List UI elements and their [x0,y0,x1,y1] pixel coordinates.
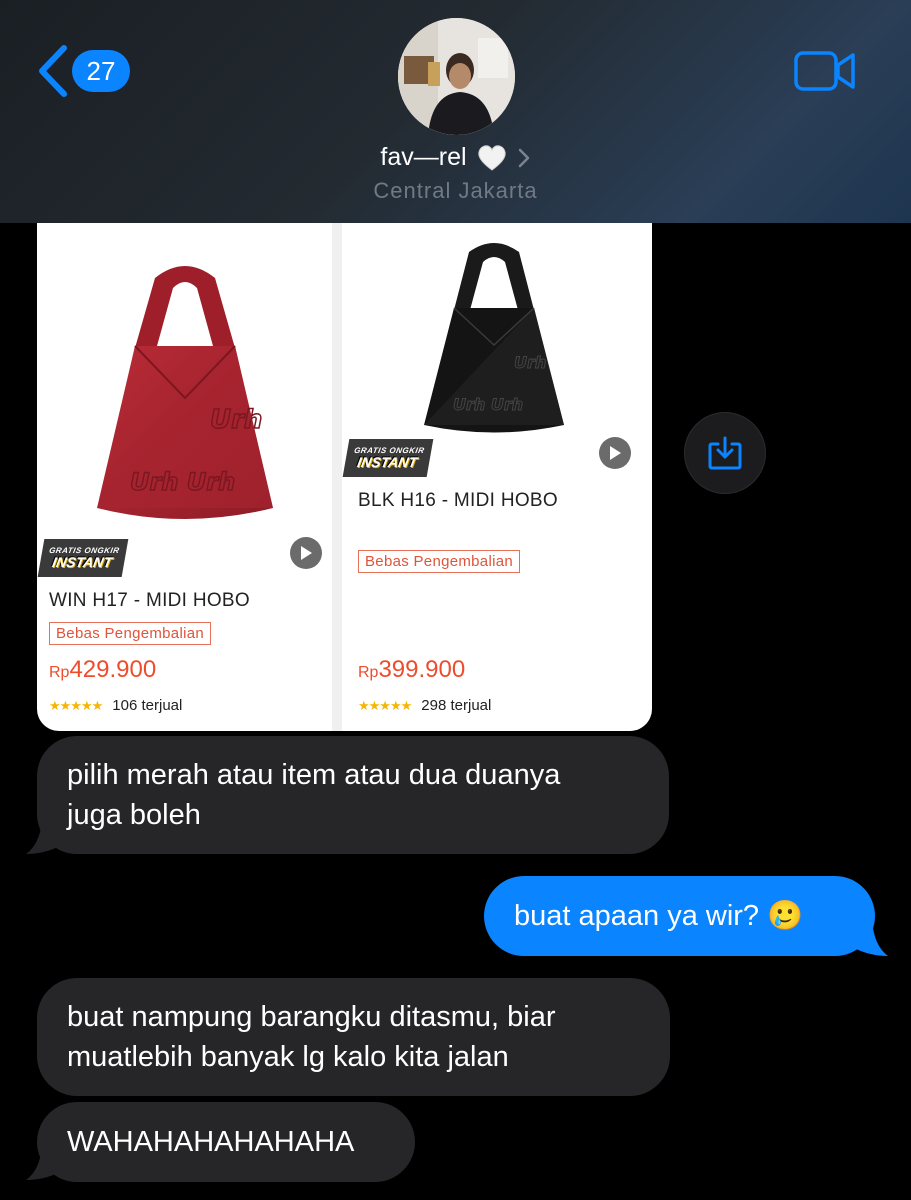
contact-name-row[interactable]: fav—rel [0,143,911,172]
svg-text:Urh Urh: Urh Urh [453,395,523,414]
contact-photo [398,18,515,135]
chat-header: 27 fav—rel Central Jakarta [0,0,911,223]
product-item[interactable]: Urh Urh Urh GRATIS ONGKIR INSTANT BLK H1… [342,200,652,731]
free-shipping-badge: GRATIS ONGKIR INSTANT [37,539,129,577]
product-item[interactable]: Urh Urh Urh GRATIS ONGKIR INSTANT WIN H1… [37,200,332,731]
red-bag-image: Urh Urh Urh [97,266,273,519]
message-line: WAHAHAHAHAHAHA [67,1126,355,1158]
message-bubble-incoming[interactable]: buat nampung barangku ditasmu, biar muat… [37,978,670,1096]
video-play-button[interactable] [599,437,631,469]
rating-stars: ★★★★★ [49,697,103,713]
white-heart-icon [477,144,506,171]
save-attachment-button[interactable] [684,412,766,494]
unread-count-badge: 27 [72,50,130,92]
free-shipping-badge: GRATIS ONGKIR INSTANT [342,439,434,477]
sold-count: 106 terjual [112,697,183,714]
product-share-card[interactable]: Urh Urh Urh GRATIS ONGKIR INSTANT WIN H1… [37,200,652,731]
download-tray-icon [708,436,742,470]
play-icon [301,546,312,560]
chevron-right-icon [518,148,529,167]
message-line: muatlebih banyak lg kalo kita jalan [67,1041,509,1073]
play-icon [610,446,621,460]
avatar[interactable] [398,18,515,135]
message-line: pilih merah atau item atau dua duanya [67,759,561,791]
sold-count: 298 terjual [421,697,492,714]
message-text: buat apaan ya wir? [514,900,760,932]
message-line: juga boleh [67,799,201,831]
svg-text:Urh Urh: Urh Urh [130,468,235,496]
message-bubble-incoming[interactable]: pilih merah atau item atau dua duanya ju… [37,736,669,854]
svg-text:Urh: Urh [210,405,262,435]
svg-text:Urh: Urh [514,353,546,372]
product-divider [332,200,342,731]
product-price: Rp399.900 [358,656,466,683]
video-camera-icon [794,51,855,91]
video-play-button[interactable] [290,537,322,569]
message-line: buat nampung barangku ditasmu, biar [67,1001,556,1033]
back-button[interactable]: 27 [36,44,136,100]
contact-name: fav—rel [380,143,467,171]
product-title: BLK H16 - MIDI HOBO [358,490,558,511]
message-bubble-outgoing[interactable]: buat apaan ya wir? 🥲 [484,876,875,956]
product-rating: ★★★★★ 298 terjual [358,697,491,714]
black-bag-image: Urh Urh Urh [424,243,564,433]
chevron-left-icon [39,45,67,97]
product-price: Rp429.900 [49,656,157,683]
contact-location: Central Jakarta [373,178,538,203]
crying-face-emoji: 🥲 [767,900,804,932]
video-call-button[interactable] [794,50,856,97]
return-badge: Bebas Pengembalian [358,550,521,573]
message-bubble-incoming[interactable]: WAHAHAHAHAHAHA [37,1102,415,1182]
product-title: WIN H17 - MIDI HOBO [49,590,250,611]
rating-stars: ★★★★★ [358,697,412,713]
return-badge: Bebas Pengembalian [49,622,212,645]
product-rating: ★★★★★ 106 terjual [49,697,182,714]
